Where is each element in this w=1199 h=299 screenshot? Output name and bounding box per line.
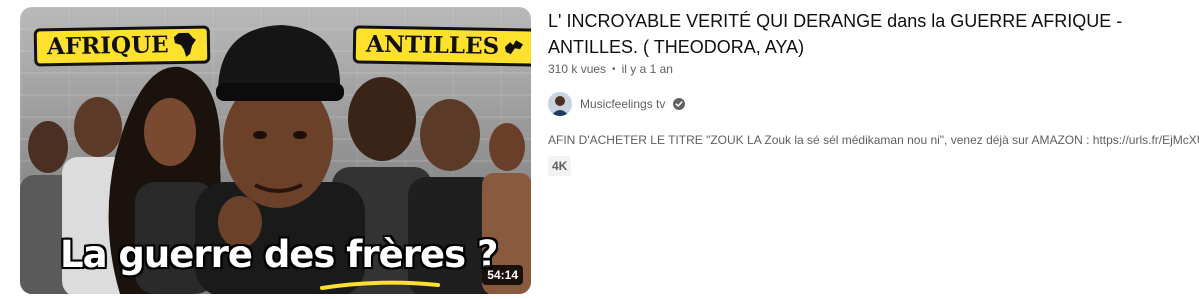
separator-dot: • [612,63,616,75]
video-stats: 310 k vues • il y a 1 an [548,62,673,76]
thumbnail-tag-afrique: AFRIQUE [33,25,210,67]
upload-age: il y a 1 an [621,62,673,76]
africa-map-icon [173,32,196,57]
video-title[interactable]: L' INCROYABLE VERITÉ QUI DERANGE dans la… [548,8,1188,60]
video-result: AFRIQUE ANTILLES La guerre des frères ? … [0,0,1199,299]
view-count: 310 k vues [548,62,607,76]
channel-link[interactable]: Musicfeelings tv [548,92,686,116]
thumbnail-headline: La guerre des frères ? [60,233,498,276]
island-map-icon [505,40,524,55]
video-thumbnail[interactable]: AFRIQUE ANTILLES La guerre des frères ? … [20,7,531,294]
video-description-snippet: AFIN D'ACHETER LE TITRE "ZOUK LA Zouk la… [548,133,1199,147]
channel-name[interactable]: Musicfeelings tv [580,97,665,111]
headline-underline-decoration [320,280,440,290]
video-duration: 54:14 [482,265,523,285]
thumbnail-tag-antilles: ANTILLES [352,25,531,67]
tag-right-label: ANTILLES [365,30,500,60]
channel-avatar[interactable] [548,92,572,116]
verified-check-icon [673,98,686,110]
tag-left-label: AFRIQUE [46,31,169,61]
avatar-image [548,92,572,116]
quality-badge: 4K [548,156,572,176]
